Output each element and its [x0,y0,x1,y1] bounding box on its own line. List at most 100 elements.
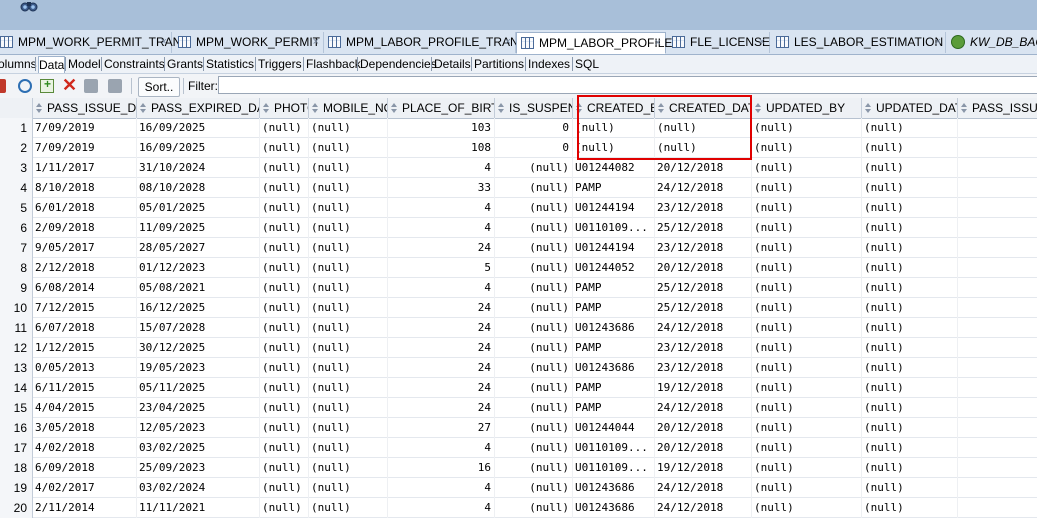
column-header-updated_date[interactable]: UPDATED_DATE [862,98,958,118]
cell-updated_date[interactable]: (null) [862,458,958,478]
cell-created_date[interactable]: 23/12/2018 [655,358,752,378]
cell-created_date[interactable]: 23/12/2018 [655,198,752,218]
cell-pass_expired_date[interactable]: 03/02/2024 [137,478,260,498]
cell-mobile_no[interactable]: (null) [309,238,388,258]
cell-pass_expired_date[interactable]: 05/08/2021 [137,278,260,298]
filter-input[interactable] [218,76,1037,94]
cell-photo[interactable]: (null) [260,278,309,298]
cell-created_date[interactable]: 20/12/2018 [655,418,752,438]
row-number[interactable]: 1 [0,118,33,138]
subtab-partitions[interactable]: Partitions [474,56,524,72]
table-row[interactable]: 16 3/05/2018 12/05/2023 (null) (null) 27 (null… [0,418,1037,438]
column-header-mobile_no[interactable]: MOBILE_NO [309,98,388,118]
cell-mobile_no[interactable]: (null) [309,438,388,458]
cell-created_by[interactable]: U01244044 [573,418,655,438]
cell-photo[interactable]: (null) [260,498,309,518]
cell-pass_expired_date[interactable]: 05/11/2025 [137,378,260,398]
cell-updated_date[interactable]: (null) [862,238,958,258]
tab-mpm_work_permit_trans[interactable]: MPM_WORK_PERMIT_TRANS × [0,32,189,53]
sort-arrows-icon[interactable] [755,103,762,113]
cell-updated_date[interactable]: (null) [862,278,958,298]
close-icon[interactable]: × [313,32,319,53]
cell-photo[interactable]: (null) [260,118,309,138]
cell-updated_by[interactable]: (null) [752,178,862,198]
cell-photo[interactable]: (null) [260,258,309,278]
cell-created_date[interactable]: 24/12/2018 [655,498,752,518]
cell-is_suspend[interactable]: (null) [495,418,573,438]
column-header-is_suspend[interactable]: IS_SUSPEND [495,98,573,118]
cell-photo[interactable]: (null) [260,158,309,178]
cell-is_suspend[interactable]: (null) [495,478,573,498]
cell-is_suspend[interactable]: (null) [495,318,573,338]
cell-pass_issue_date[interactable]: 4/02/2018 [33,438,137,458]
table-row[interactable]: 6 2/09/2018 11/09/2025 (null) (null) 4 (null) U… [0,218,1037,238]
cell-updated_date[interactable]: (null) [862,118,958,138]
cell-pass_expired_date[interactable]: 05/01/2025 [137,198,260,218]
sort-button[interactable]: Sort.. [138,77,180,97]
cell-created_date[interactable]: 24/12/2018 [655,318,752,338]
subtab-constraints[interactable]: Constraints [104,56,165,72]
column-header-created_date[interactable]: CREATED_DATE [655,98,752,118]
cell-photo[interactable]: (null) [260,318,309,338]
sort-arrows-icon[interactable] [263,103,270,113]
cell-updated_by[interactable]: (null) [752,318,862,338]
subtab-olumns[interactable]: olumns [0,56,37,72]
cell-photo[interactable]: (null) [260,138,309,158]
subtab-grants[interactable]: Grants [167,56,203,72]
cell-place_of_birth[interactable]: 33 [388,178,495,198]
cell-is_suspend[interactable]: (null) [495,498,573,518]
cell-place_of_birth[interactable]: 103 [388,118,495,138]
table-row[interactable]: 7 9/05/2017 28/05/2027 (null) (null) 24 (null)… [0,238,1037,258]
cell-updated_by[interactable]: (null) [752,138,862,158]
cell-photo[interactable]: (null) [260,398,309,418]
table-row[interactable]: 4 8/10/2018 08/10/2028 (null) (null) 33 (null)… [0,178,1037,198]
cell-pass_issue_date[interactable]: 7/09/2019 [33,118,137,138]
cell-mobile_no[interactable]: (null) [309,198,388,218]
cell-mobile_no[interactable]: (null) [309,418,388,438]
cell-created_by[interactable]: U0110109... [573,438,655,458]
sort-arrows-icon[interactable] [961,103,968,113]
cell-is_suspend[interactable]: (null) [495,278,573,298]
cell-is_suspend[interactable]: 0 [495,138,573,158]
cell-updated_by[interactable]: (null) [752,158,862,178]
cell-place_of_birth[interactable]: 4 [388,158,495,178]
cell-place_of_birth[interactable]: 24 [388,318,495,338]
cell-place_of_birth[interactable]: 16 [388,458,495,478]
cell-updated_by[interactable]: (null) [752,458,862,478]
cell-photo[interactable]: (null) [260,198,309,218]
close-icon[interactable]: × [655,33,661,54]
cell-created_by[interactable]: PAMP [573,278,655,298]
cell-is_suspend[interactable]: (null) [495,458,573,478]
cell-pass_expired_date[interactable]: 30/12/2025 [137,338,260,358]
cell-updated_date[interactable]: (null) [862,498,958,518]
cell-updated_by[interactable]: (null) [752,298,862,318]
row-number[interactable]: 17 [0,438,33,458]
cell-updated_by[interactable]: (null) [752,198,862,218]
sort-arrows-icon[interactable] [576,103,583,113]
cell-updated_date[interactable]: (null) [862,438,958,458]
cell-pass_issue_date[interactable]: 1/12/2015 [33,338,137,358]
cell-created_by[interactable]: U01244052 [573,258,655,278]
cell-created_by[interactable]: U0110109... [573,458,655,478]
cell-photo[interactable]: (null) [260,378,309,398]
cell-updated_date[interactable]: (null) [862,418,958,438]
sort-arrows-icon[interactable] [391,103,398,113]
pin-icon[interactable] [0,79,6,93]
cell-place_of_birth[interactable]: 4 [388,198,495,218]
cell-place_of_birth[interactable]: 24 [388,338,495,358]
cell-place_of_birth[interactable]: 24 [388,238,495,258]
cell-pass_issue_date[interactable]: 3/05/2018 [33,418,137,438]
subtab-details[interactable]: Details [434,56,471,72]
cell-pass_issue_date[interactable]: 1/11/2017 [33,158,137,178]
cell-updated_date[interactable]: (null) [862,378,958,398]
row-number[interactable]: 4 [0,178,33,198]
cell-updated_by[interactable]: (null) [752,118,862,138]
column-header-created_by[interactable]: CREATED_BY [573,98,655,118]
delete-row-icon[interactable]: ✕ [62,76,77,94]
row-number[interactable]: 16 [0,418,33,438]
cell-mobile_no[interactable]: (null) [309,298,388,318]
cell-updated_by[interactable]: (null) [752,378,862,398]
cell-is_suspend[interactable]: (null) [495,178,573,198]
cell-pass_issue_date[interactable]: 4/02/2017 [33,478,137,498]
cell-updated_by[interactable]: (null) [752,258,862,278]
